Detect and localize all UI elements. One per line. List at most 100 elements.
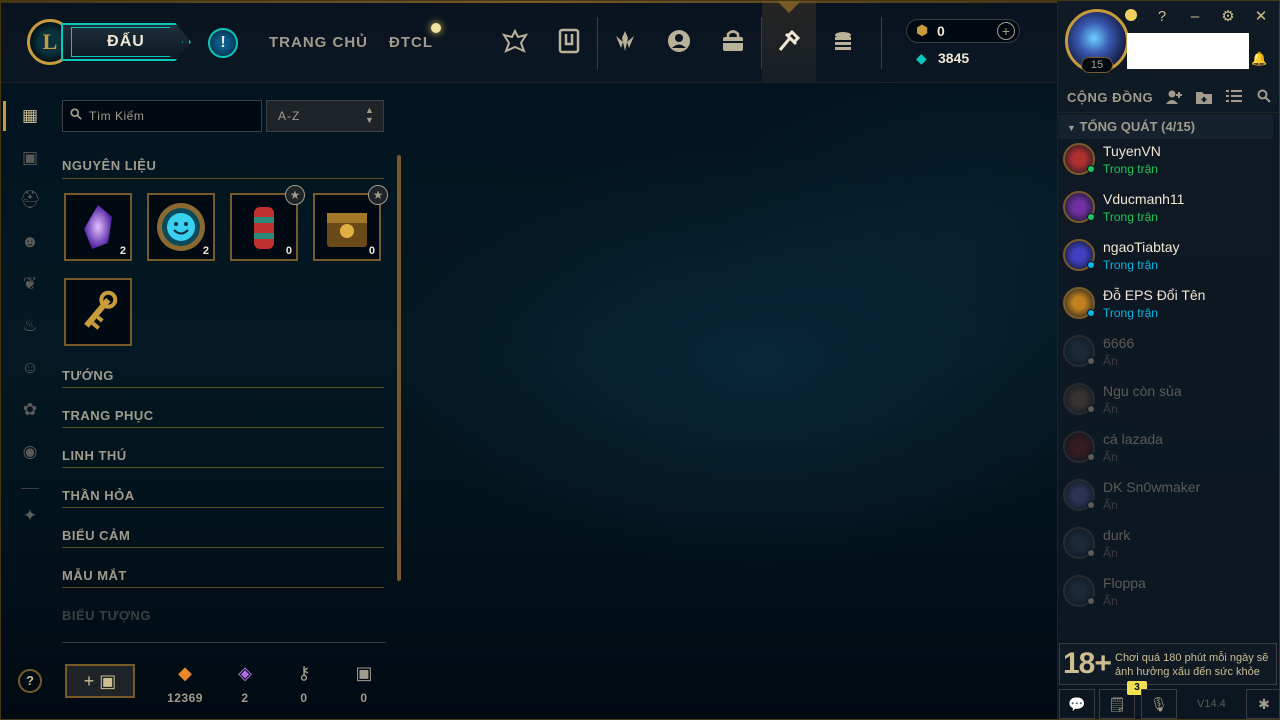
emote-token-art xyxy=(157,203,205,251)
loot-item-emote-token[interactable]: 2 xyxy=(147,193,215,261)
loot-count: 0 xyxy=(368,245,375,257)
loot-icon[interactable] xyxy=(773,25,805,57)
section-skins[interactable]: TRANG PHỤC xyxy=(62,408,154,423)
status-indicator[interactable] xyxy=(1125,9,1137,21)
loot-scrollbar[interactable] xyxy=(397,155,401,581)
ranked-crest-icon[interactable] xyxy=(499,25,531,57)
friend-status-dot xyxy=(1087,597,1095,605)
gear-icon[interactable]: ⚙ xyxy=(1218,7,1238,27)
buy-rp-button[interactable]: + xyxy=(997,22,1015,40)
client-window: L ĐẤU ! TRANG CHỦ ĐTCL ⬢ 0 + ◆ 3845 15 🔔… xyxy=(0,0,1280,720)
friend-status: Ẩn xyxy=(1103,546,1118,560)
friend-status: Ẩn xyxy=(1103,498,1118,512)
chest-counter: ▣ 0 xyxy=(339,661,389,705)
friend-status: Ẩn xyxy=(1103,354,1118,368)
friend-row[interactable]: durk Ẩn xyxy=(1059,523,1273,569)
friend-row[interactable]: Đỗ EPS Đổi Tên Trong trận xyxy=(1059,283,1273,329)
ward-icon[interactable]: ♨ xyxy=(19,315,41,337)
key-fragment-icon: ⚷ xyxy=(297,663,311,683)
friend-group-label[interactable]: ▼ TỔNG QUÁT (4/15) xyxy=(1067,119,1195,134)
loot-count: 2 xyxy=(119,245,126,257)
friend-status-dot xyxy=(1087,357,1095,365)
friend-row[interactable]: DK Sn0wmaker Ẩn xyxy=(1059,475,1273,521)
store-bag-icon[interactable] xyxy=(717,25,749,57)
currency-stack-icon[interactable] xyxy=(827,25,859,57)
play-button-label: ĐẤU xyxy=(107,33,145,50)
version-label: V14.4 xyxy=(1197,698,1226,710)
friend-row[interactable]: Ngu còn sủa Ẩn xyxy=(1059,379,1273,425)
loot-item-hextech-chest[interactable]: 0 xyxy=(313,193,381,261)
emote-icon[interactable]: ☺ xyxy=(19,357,41,379)
add-folder-icon[interactable] xyxy=(1195,89,1213,107)
friend-row[interactable]: TuyenVN Trong trận xyxy=(1059,139,1273,185)
help-icon[interactable]: ? xyxy=(1152,7,1172,27)
star-icon: ★ xyxy=(368,185,388,205)
tft-icon[interactable]: ✦ xyxy=(19,505,41,527)
bell-icon[interactable]: 🔔 xyxy=(1251,51,1267,67)
friend-name: TuyenVN xyxy=(1103,143,1161,159)
friend-row[interactable]: ngaoTiabtay Trong trận xyxy=(1059,235,1273,281)
section-companions[interactable]: LINH THÚ xyxy=(62,448,127,463)
loot-count: 0 xyxy=(285,245,292,257)
section-eye-colors[interactable]: MẪU MẮT xyxy=(62,568,127,583)
profile-icon[interactable]: ◉ xyxy=(19,441,41,463)
nav-separator xyxy=(881,17,882,69)
loot-item-key[interactable] xyxy=(64,278,132,346)
mythic-essence-value: 2 xyxy=(241,691,249,705)
friend-status-dot xyxy=(1087,453,1095,461)
search-input[interactable] xyxy=(89,105,257,127)
search-icon[interactable] xyxy=(1255,89,1273,107)
section-ward-skins[interactable]: THẦN HỎA xyxy=(62,488,135,503)
section-champions[interactable]: TƯỚNG xyxy=(62,368,114,383)
chat-icon[interactable]: 💬 xyxy=(1059,689,1095,719)
tft-icon[interactable] xyxy=(609,25,641,57)
blue-essence-value: 3845 xyxy=(938,50,970,66)
event-orb-art xyxy=(254,207,274,249)
nav-tft[interactable]: ĐTCL xyxy=(389,34,433,51)
section-emotes[interactable]: BIỂU CẢM xyxy=(62,528,130,543)
friend-name: Floppa xyxy=(1103,575,1146,591)
alert-icon[interactable]: ! xyxy=(208,28,238,58)
minimize-button[interactable]: – xyxy=(1185,7,1205,27)
chest-icon: ▣ xyxy=(355,663,373,683)
microphone-icon[interactable]: 🎙 xyxy=(1141,689,1177,719)
friend-status: Trong trận xyxy=(1103,162,1158,176)
play-button[interactable]: ĐẤU xyxy=(61,23,191,61)
profile-icon[interactable] xyxy=(663,25,695,57)
section-icons[interactable]: BIỂU TƯỢNG xyxy=(62,608,151,623)
chevron-down-icon: ▼ xyxy=(1067,123,1076,133)
friend-status-dot xyxy=(1087,549,1095,557)
helmet-icon[interactable]: ⛑ xyxy=(19,189,41,211)
chevron-updown-icon: ▲ ▼ xyxy=(365,105,374,125)
rail-active-marker xyxy=(3,101,6,131)
eye-icon[interactable]: ✿ xyxy=(19,399,41,421)
mask-icon[interactable]: ☻ xyxy=(19,231,41,253)
friend-status: Ẩn xyxy=(1103,594,1118,608)
star-icon: ★ xyxy=(285,185,305,205)
craft-key-button[interactable]: + ▣ xyxy=(65,664,135,698)
add-friend-icon[interactable] xyxy=(1165,89,1183,107)
collection-icon[interactable] xyxy=(553,25,585,57)
loot-item-event-orb[interactable]: 0 xyxy=(230,193,298,261)
rp-icon: ⬢ xyxy=(916,22,929,38)
friend-row[interactable]: Vducmanh11 Trong trận xyxy=(1059,187,1273,233)
orange-essence-counter: ◆ 12369 xyxy=(160,661,210,705)
friend-row[interactable]: cá lazada Ẩn xyxy=(1059,427,1273,473)
companion-icon[interactable]: ❦ xyxy=(19,273,41,295)
loot-item-mythic-essence[interactable]: 2 xyxy=(64,193,132,261)
grid-icon[interactable]: ▦ xyxy=(19,105,41,127)
nav-home[interactable]: TRANG CHỦ xyxy=(269,34,368,51)
close-button[interactable]: ✕ xyxy=(1251,7,1271,27)
orange-essence-value: 12369 xyxy=(167,691,203,705)
orange-essence-icon: ◆ xyxy=(178,663,192,683)
friend-status-dot xyxy=(1087,309,1095,317)
chest-icon[interactable]: ▣ xyxy=(19,147,41,169)
help-button[interactable]: ? xyxy=(18,669,42,693)
list-view-icon[interactable] xyxy=(1225,89,1243,107)
friend-row[interactable]: 6666 Ẩn xyxy=(1059,331,1273,377)
section-materials[interactable]: NGUYÊN LIỆU xyxy=(62,158,156,173)
group-title: TỔNG QUÁT (4/15) xyxy=(1079,119,1196,134)
bug-report-icon[interactable]: ✱ xyxy=(1246,689,1279,719)
friend-row[interactable]: Floppa Ẩn xyxy=(1059,571,1273,617)
mythic-essence-art xyxy=(84,205,112,249)
